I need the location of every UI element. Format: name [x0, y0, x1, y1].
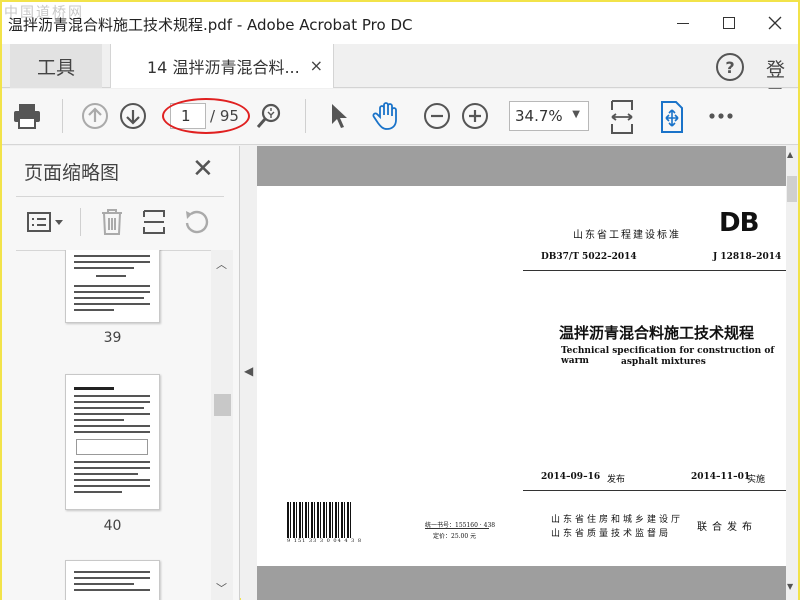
- barcode-number: 9 151 33 3 0 04 4 3 8: [287, 538, 363, 544]
- arrow-up-icon: [82, 103, 108, 129]
- minimize-button[interactable]: [660, 2, 706, 44]
- tab-close-icon[interactable]: ×: [310, 56, 323, 75]
- print-icon: [14, 104, 40, 129]
- rotate-icon: [185, 210, 209, 234]
- arrow-down-icon: [120, 103, 146, 129]
- doc-publisher-1: 山东省住房和城乡建设厅: [551, 515, 684, 525]
- maximize-button[interactable]: [706, 2, 752, 44]
- doc-impl-label: 实施: [747, 475, 766, 485]
- chevron-left-icon: ◀: [244, 364, 254, 378]
- document-scrollbar[interactable]: ▲ ▼: [786, 146, 798, 600]
- thumbnail-page-number: 39: [103, 330, 122, 346]
- scroll-up-icon[interactable]: ▲: [787, 150, 793, 159]
- help-icon[interactable]: ?: [716, 53, 744, 81]
- zoom-search-icon: [256, 103, 281, 128]
- scrollbar-thumb[interactable]: [214, 394, 231, 416]
- hand-tool-button[interactable]: [370, 99, 404, 133]
- thumbnail-page-40[interactable]: [65, 374, 160, 510]
- previous-page-button[interactable]: [80, 101, 110, 131]
- scroll-down-icon[interactable]: ﹀: [216, 580, 227, 596]
- print-button[interactable]: [10, 99, 44, 133]
- delete-pages-button[interactable]: [96, 206, 128, 238]
- rotate-page-button[interactable]: [180, 206, 212, 238]
- doc-record-code: J 12818–2014: [713, 252, 782, 262]
- panel-title: 页面缩略图: [24, 162, 120, 184]
- scroll-up-icon[interactable]: ︿: [216, 256, 227, 272]
- document-page: 山东省工程建设标准 DB DB37/T 5022–2014 J 12818–20…: [257, 186, 787, 566]
- zoom-level-select[interactable]: 34.7% ▼: [509, 101, 589, 131]
- fit-page-width-icon: [611, 100, 633, 134]
- doc-impl-date: 2014–11–01: [691, 472, 751, 482]
- panel-close-icon[interactable]: ✕: [192, 154, 214, 184]
- thumbnail-page-39[interactable]: [65, 250, 160, 323]
- document-view[interactable]: 山东省工程建设标准 DB DB37/T 5022–2014 J 12818–20…: [257, 146, 787, 600]
- rotate-view-button[interactable]: [656, 99, 688, 135]
- tab-bar: 工具 14 温拌沥青混合料... ×: [2, 44, 798, 88]
- close-icon: [768, 16, 782, 30]
- tab-document[interactable]: 14 温拌沥青混合料... ×: [110, 44, 334, 88]
- doc-title-cn: 温拌沥青混合料施工技术规程: [559, 324, 755, 342]
- insert-page-button[interactable]: [138, 206, 170, 238]
- zoom-marquee-button[interactable]: [254, 101, 284, 131]
- thumbnail-options-button[interactable]: [24, 206, 66, 238]
- doc-issue-date: 2014–09–16: [541, 472, 601, 482]
- thumbnail-list: 39 40: [2, 250, 210, 600]
- minus-circle-icon: [424, 103, 450, 129]
- plus-circle-icon: [462, 103, 488, 129]
- thumbnail-page-number: 40: [103, 518, 122, 534]
- hand-icon: [372, 102, 397, 130]
- select-tool-button[interactable]: [324, 101, 354, 131]
- insert-page-icon: [143, 210, 165, 234]
- zoom-in-button[interactable]: [460, 101, 490, 131]
- chevron-down-icon: ▼: [572, 109, 580, 120]
- more-tools-button[interactable]: [706, 103, 736, 129]
- close-window-button[interactable]: [752, 2, 798, 44]
- thumbnail-scrollbar[interactable]: ︿ ﹀: [211, 250, 233, 600]
- doc-db-mark: DB: [719, 208, 759, 238]
- more-dots-icon: [709, 113, 733, 119]
- tab-tools[interactable]: 工具: [10, 44, 102, 88]
- tab-document-label: 14 温拌沥青混合料...: [147, 58, 300, 77]
- highlight-circle-annotation: [162, 98, 250, 134]
- options-menu-icon: [27, 212, 63, 232]
- scrollbar-thumb[interactable]: [787, 176, 797, 202]
- maximize-icon: [723, 17, 735, 29]
- thumbnail-page-41[interactable]: [65, 560, 160, 600]
- window-title: 温拌沥青混合料施工技术规程.pdf - Adobe Acrobat Pro DC: [8, 16, 413, 34]
- scroll-down-icon[interactable]: ▼: [787, 582, 793, 591]
- doc-joint-label: 联合发布: [697, 522, 757, 533]
- page-rotate-icon: [661, 101, 683, 133]
- doc-title-en-line2: asphalt mixtures: [621, 357, 706, 367]
- zoom-level-value: 34.7%: [515, 107, 563, 125]
- minimize-icon: [677, 22, 689, 24]
- doc-price: 定价：25.00 元: [433, 533, 477, 540]
- cursor-arrow-icon: [332, 104, 347, 128]
- doc-issuer: 山东省工程建设标准: [573, 230, 681, 241]
- fit-width-button[interactable]: [606, 97, 638, 137]
- doc-publisher-2: 山东省质量技术监督局: [551, 529, 672, 539]
- thumbnail-panel: 页面缩略图 ✕ 39 40 ︿ ﹀: [2, 146, 240, 600]
- tab-tools-label: 工具: [36, 56, 75, 79]
- doc-issue-label: 发布: [607, 475, 626, 485]
- trash-icon: [102, 209, 122, 235]
- next-page-button[interactable]: [118, 101, 148, 131]
- title-bar: 中国道桥网 温拌沥青混合料施工技术规程.pdf - Adobe Acrobat …: [2, 2, 798, 44]
- panel-collapse-handle[interactable]: ◀: [241, 146, 257, 600]
- doc-standard-code: DB37/T 5022–2014: [541, 252, 637, 262]
- toolbar: 1 / 95 34.7% ▼: [2, 89, 798, 145]
- zoom-out-button[interactable]: [422, 101, 452, 131]
- barcode-image: [287, 502, 353, 538]
